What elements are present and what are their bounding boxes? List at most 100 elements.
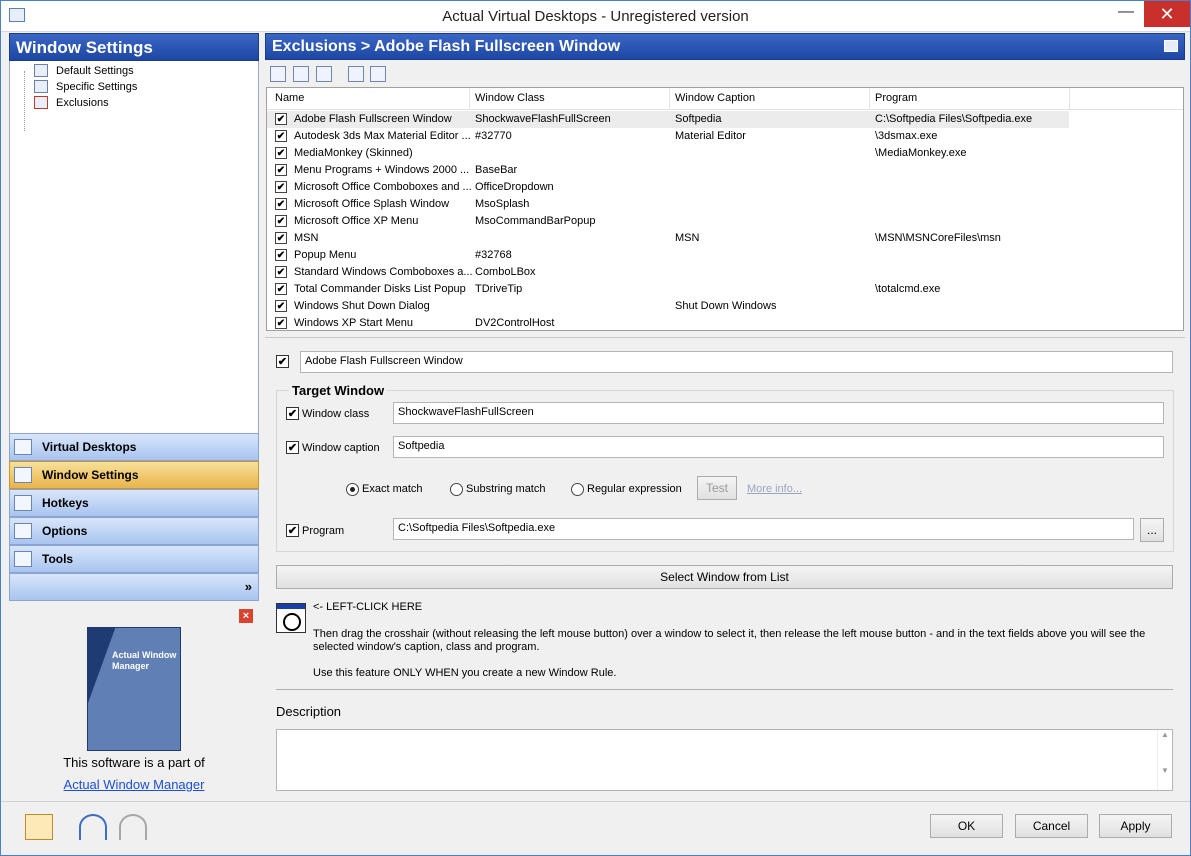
table-row[interactable]: ✔ MSN MSN \MSN\MSNCoreFiles\msn bbox=[267, 230, 1183, 247]
browse-button[interactable]: ... bbox=[1140, 518, 1164, 542]
row-checkbox[interactable]: ✔ bbox=[275, 215, 287, 227]
nav-window-settings[interactable]: Window Settings bbox=[9, 461, 259, 489]
virtual-desktops-icon bbox=[14, 439, 32, 455]
row-checkbox[interactable]: ✔ bbox=[275, 249, 287, 261]
column-window-caption[interactable]: Window Caption bbox=[675, 92, 755, 104]
table-row[interactable]: ✔ Windows XP Start Menu DV2ControlHost bbox=[267, 315, 1183, 332]
minimize-icon[interactable]: — bbox=[1112, 3, 1140, 25]
table-row[interactable]: ✔ Adobe Flash Fullscreen Window ShockwaveF… bbox=[267, 111, 1069, 128]
close-promo-icon[interactable]: × bbox=[239, 609, 253, 623]
row-checkbox[interactable]: ✔ bbox=[275, 181, 287, 193]
exclusions-list[interactable]: Name Window Class Window Caption Program… bbox=[266, 87, 1184, 331]
row-checkbox[interactable]: ✔ bbox=[275, 317, 287, 329]
undo-icon[interactable] bbox=[79, 814, 107, 840]
row-checkbox[interactable]: ✔ bbox=[275, 164, 287, 176]
ok-button[interactable]: OK bbox=[930, 814, 1003, 838]
title-bar: Actual Virtual Desktops - Unregistered v… bbox=[1, 1, 1190, 32]
table-row[interactable]: ✔ Autodesk 3ds Max Material Editor ... #32… bbox=[267, 128, 1183, 145]
column-divider bbox=[469, 88, 470, 110]
nav-options[interactable]: Options bbox=[9, 517, 259, 545]
list-header: Name Window Class Window Caption Program bbox=[267, 88, 1183, 110]
scrollbar[interactable]: ▲ ▼ bbox=[1157, 730, 1172, 790]
help-icon[interactable] bbox=[25, 814, 53, 840]
cell-class: #32770 bbox=[475, 130, 512, 142]
window-caption-field[interactable]: Softpedia bbox=[393, 436, 1164, 458]
apply-button[interactable]: Apply bbox=[1099, 814, 1172, 838]
table-row[interactable]: ✔ Microsoft Office Splash Window MsoSplash bbox=[267, 196, 1183, 213]
redo-icon[interactable] bbox=[119, 814, 147, 840]
toolbar bbox=[265, 61, 1185, 87]
table-row[interactable]: ✔ MediaMonkey (Skinned) \MediaMonkey.exe bbox=[267, 145, 1183, 162]
cell-name: MediaMonkey (Skinned) bbox=[294, 147, 413, 159]
add-rule-icon[interactable] bbox=[270, 66, 286, 82]
column-program[interactable]: Program bbox=[875, 92, 917, 104]
substring-match-label[interactable]: Substring match bbox=[466, 483, 545, 495]
chevron-right-icon[interactable]: » bbox=[245, 579, 252, 594]
nav-hotkeys[interactable]: Hotkeys bbox=[9, 489, 259, 517]
delete-rule-icon[interactable] bbox=[293, 66, 309, 82]
regex-label[interactable]: Regular expression bbox=[587, 483, 682, 495]
row-checkbox[interactable]: ✔ bbox=[275, 300, 287, 312]
nav-overflow[interactable]: » bbox=[9, 573, 259, 601]
column-divider bbox=[1069, 88, 1070, 110]
program-field[interactable]: C:\Softpedia Files\Softpedia.exe bbox=[393, 518, 1134, 540]
row-checkbox[interactable]: ✔ bbox=[275, 232, 287, 244]
window-class-field[interactable]: ShockwaveFlashFullScreen bbox=[393, 402, 1164, 424]
row-checkbox[interactable]: ✔ bbox=[275, 147, 287, 159]
left-click-hint: <- LEFT-CLICK HERE bbox=[313, 601, 423, 613]
cell-program: \MSN\MSNCoreFiles\msn bbox=[875, 232, 1001, 244]
window-class-label: Window class bbox=[302, 408, 370, 420]
window-title: Actual Virtual Desktops - Unregistered v… bbox=[442, 8, 749, 25]
copy-rule-icon[interactable] bbox=[316, 66, 332, 82]
promo-link[interactable]: Actual Window Manager bbox=[9, 777, 259, 792]
table-row[interactable]: ✔ Standard Windows Comboboxes a... ComboLB… bbox=[267, 264, 1183, 281]
table-row[interactable]: ✔ Microsoft Office XP Menu MsoCommandBarPo… bbox=[267, 213, 1183, 230]
close-icon[interactable]: ✕ bbox=[1144, 1, 1190, 27]
description-field[interactable]: ▲ ▼ bbox=[276, 729, 1173, 791]
cell-name: MSN bbox=[294, 232, 319, 244]
row-checkbox[interactable]: ✔ bbox=[275, 130, 287, 142]
table-row[interactable]: ✔ Microsoft Office Comboboxes and ... Offi… bbox=[267, 179, 1183, 196]
table-row[interactable]: ✔ Popup Menu #32768 bbox=[267, 247, 1183, 264]
cell-name: Windows XP Start Menu bbox=[294, 317, 414, 329]
rule-enabled-checkbox[interactable]: ✔ bbox=[276, 355, 289, 368]
help-note: Use this feature ONLY WHEN you create a … bbox=[313, 667, 617, 679]
test-button[interactable]: Test bbox=[697, 476, 737, 500]
column-window-class[interactable]: Window Class bbox=[475, 92, 545, 104]
select-window-button[interactable]: Select Window from List bbox=[276, 565, 1173, 589]
cell-program: \MediaMonkey.exe bbox=[875, 147, 967, 159]
nav-virtual-desktops[interactable]: Virtual Desktops bbox=[9, 433, 259, 461]
window-icon bbox=[34, 64, 48, 77]
program-checkbox[interactable]: ✔ bbox=[286, 524, 299, 537]
row-checkbox[interactable]: ✔ bbox=[275, 266, 287, 278]
table-row[interactable]: ✔ Windows Shut Down Dialog Shut Down Windo… bbox=[267, 298, 1183, 315]
exact-match-label[interactable]: Exact match bbox=[362, 483, 423, 495]
table-row[interactable]: ✔ Menu Programs + Windows 2000 ... BaseBar bbox=[267, 162, 1183, 179]
product-box-image: Actual Window Manager bbox=[87, 627, 181, 751]
exact-match-radio[interactable] bbox=[346, 483, 359, 496]
column-name[interactable]: Name bbox=[275, 92, 304, 104]
cell-class: BaseBar bbox=[475, 164, 518, 176]
row-checkbox[interactable]: ✔ bbox=[275, 198, 287, 210]
uncheck-all-icon[interactable] bbox=[370, 66, 386, 82]
settings-tree: Default Settings Specific Settings Exclu… bbox=[9, 61, 259, 457]
window-caption-label: Window caption bbox=[302, 442, 380, 454]
window-class-checkbox[interactable]: ✔ bbox=[286, 407, 299, 420]
table-row[interactable]: ✔ Total Commander Disks List Popup TDriveT… bbox=[267, 281, 1183, 298]
row-checkbox[interactable]: ✔ bbox=[275, 283, 287, 295]
regex-radio[interactable] bbox=[571, 483, 584, 496]
window-restore-icon[interactable] bbox=[1164, 40, 1178, 52]
cell-class: ShockwaveFlashFullScreen bbox=[475, 113, 611, 125]
row-checkbox[interactable]: ✔ bbox=[275, 113, 287, 125]
rule-name-field[interactable]: Adobe Flash Fullscreen Window bbox=[300, 351, 1173, 373]
nav-tools[interactable]: Tools bbox=[9, 545, 259, 573]
substring-match-radio[interactable] bbox=[450, 483, 463, 496]
column-divider bbox=[669, 88, 670, 110]
cancel-button[interactable]: Cancel bbox=[1015, 814, 1088, 838]
crosshair-icon[interactable] bbox=[276, 603, 306, 633]
tree-item-label: Default Settings bbox=[56, 65, 134, 77]
check-all-icon[interactable] bbox=[348, 66, 364, 82]
window-caption-checkbox[interactable]: ✔ bbox=[286, 441, 299, 454]
divider bbox=[265, 337, 1185, 338]
more-info-link[interactable]: More info... bbox=[747, 483, 802, 495]
